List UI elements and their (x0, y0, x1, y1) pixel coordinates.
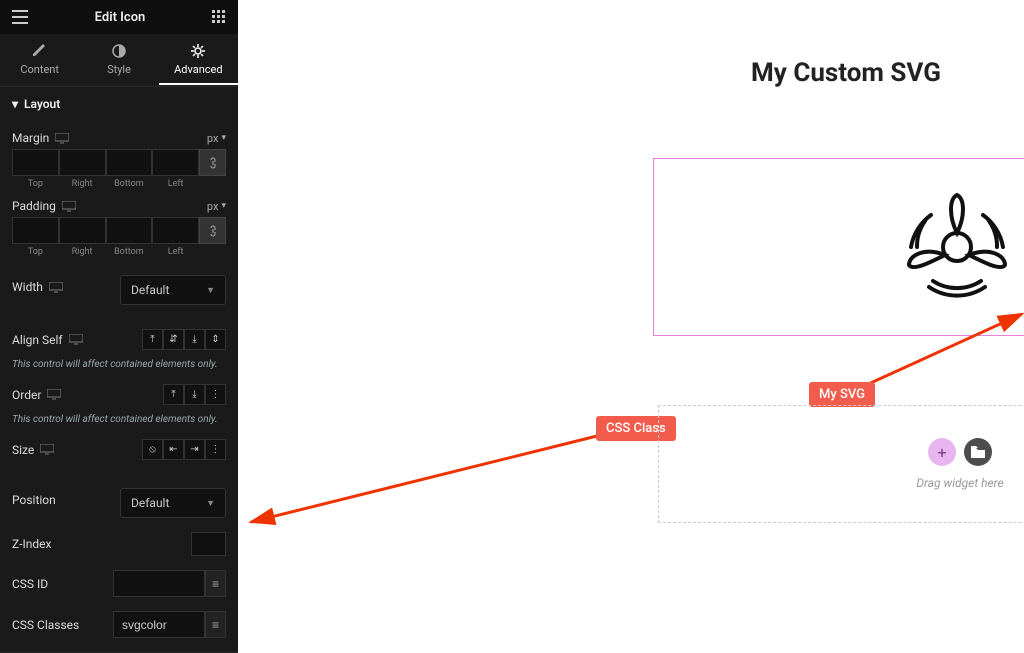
padding-unit[interactable]: px▾ (207, 200, 226, 213)
desktop-icon[interactable] (55, 133, 69, 144)
align-stretch-button[interactable]: ⇕ (205, 329, 226, 350)
padding-right-label: Right (59, 247, 106, 257)
padding-top-input[interactable] (12, 217, 59, 244)
cssclasses-input[interactable] (113, 611, 205, 638)
heading-widget[interactable]: My Custom SVG (238, 58, 1024, 88)
desktop-icon[interactable] (69, 334, 83, 345)
margin-bottom-input[interactable] (106, 149, 153, 176)
cssclasses-label: CSS Classes (12, 618, 79, 632)
link-values-icon[interactable] (199, 217, 226, 244)
padding-left-label: Left (152, 247, 199, 257)
desktop-icon[interactable] (62, 201, 76, 212)
position-label: Position (12, 493, 56, 507)
padding-label: Padding (12, 199, 56, 213)
size-none-button[interactable]: ⦸ (142, 439, 163, 460)
size-more-button[interactable]: ⋮ (205, 439, 226, 460)
desktop-icon[interactable] (47, 389, 61, 400)
margin-bottom-label: Bottom (106, 179, 153, 189)
width-select[interactable]: Default▼ (120, 275, 226, 305)
caret-down-icon: ▼ (206, 498, 215, 509)
annotation-svg-tag: My SVG (809, 382, 875, 407)
desktop-icon[interactable] (40, 444, 54, 455)
caret-down-icon: ▾ (12, 97, 18, 111)
order-label: Order (12, 388, 41, 402)
tab-content[interactable]: Content (0, 34, 79, 85)
size-group: ⦸ ⇤ ⇥ ⋮ (142, 439, 226, 460)
size-label: Size (12, 443, 34, 457)
margin-label: Margin (12, 131, 49, 145)
margin-left-label: Left (152, 179, 199, 189)
section-layout-toggle[interactable]: ▾ Layout (0, 87, 238, 121)
margin-left-input[interactable] (152, 149, 199, 176)
cssid-input[interactable] (113, 570, 205, 597)
margin-right-label: Right (59, 179, 106, 189)
heading-text: My Custom SVG (751, 58, 941, 88)
caret-down-icon: ▼ (206, 285, 215, 296)
chevron-down-icon: ▾ (221, 201, 226, 211)
tab-content-label: Content (20, 63, 59, 76)
align-self-label: Align Self (12, 333, 63, 347)
margin-unit[interactable]: px▾ (207, 132, 226, 145)
empty-column-placeholder[interactable]: + Drag widget here (658, 405, 1024, 523)
section-layout-title: Layout (24, 97, 60, 111)
tab-style-label: Style (107, 63, 131, 76)
icon-widget-selected[interactable] (653, 158, 1024, 336)
fan-svg-icon (897, 187, 1017, 307)
dynamic-tags-icon[interactable]: ≡ (205, 611, 226, 638)
align-center-button[interactable]: ⇵ (163, 329, 184, 350)
width-label: Width (12, 280, 43, 294)
padding-bottom-label: Bottom (106, 247, 153, 257)
section-layout: ▾ Layout Margin px▾ Top Right Bottom Lef… (0, 86, 238, 652)
zindex-input[interactable] (191, 532, 226, 556)
margin-top-label: Top (12, 179, 59, 189)
folder-icon (971, 446, 985, 458)
annotation-arrow (245, 432, 601, 528)
dynamic-tags-icon[interactable]: ≡ (205, 570, 226, 597)
align-end-button[interactable]: ⤓ (184, 329, 205, 350)
apps-icon[interactable] (208, 6, 230, 28)
panel-title: Edit Icon (32, 10, 208, 25)
panel-header: Edit Icon (0, 0, 238, 34)
cssid-label: CSS ID (12, 577, 48, 591)
add-widget-button[interactable]: + (928, 438, 956, 466)
align-self-help: This control will affect contained eleme… (12, 358, 226, 372)
order-end-button[interactable]: ⤓ (184, 384, 205, 405)
size-grow-button[interactable]: ⇤ (163, 439, 184, 460)
link-values-icon[interactable] (199, 149, 226, 176)
order-start-button[interactable]: ⤒ (163, 384, 184, 405)
position-select[interactable]: Default▼ (120, 488, 226, 518)
order-help: This control will affect contained eleme… (12, 413, 226, 427)
tab-style[interactable]: Style (79, 34, 158, 85)
align-start-button[interactable]: ⤒ (142, 329, 163, 350)
menu-icon[interactable] (8, 6, 32, 28)
desktop-icon[interactable] (49, 282, 63, 293)
placeholder-text: Drag widget here (916, 476, 1003, 490)
tab-advanced-label: Advanced (174, 63, 222, 76)
chevron-down-icon: ▾ (221, 133, 226, 143)
padding-bottom-input[interactable] (106, 217, 153, 244)
zindex-label: Z-Index (12, 537, 51, 551)
size-shrink-button[interactable]: ⇥ (184, 439, 205, 460)
tab-advanced[interactable]: Advanced (159, 34, 238, 85)
edit-panel: Edit Icon Content Style Advanced ▾ Layou… (0, 0, 238, 653)
align-self-group: ⤒ ⇵ ⤓ ⇕ (142, 329, 226, 350)
editor-canvas: + ⠿ × My Custom SVG My SVG (238, 0, 1024, 653)
template-library-button[interactable] (964, 438, 992, 466)
order-more-button[interactable]: ⋮ (205, 384, 226, 405)
margin-top-input[interactable] (12, 149, 59, 176)
order-group: ⤒ ⤓ ⋮ (163, 384, 226, 405)
padding-right-input[interactable] (59, 217, 106, 244)
panel-tabs: Content Style Advanced (0, 34, 238, 86)
padding-top-label: Top (12, 247, 59, 257)
margin-right-input[interactable] (59, 149, 106, 176)
padding-left-input[interactable] (152, 217, 199, 244)
